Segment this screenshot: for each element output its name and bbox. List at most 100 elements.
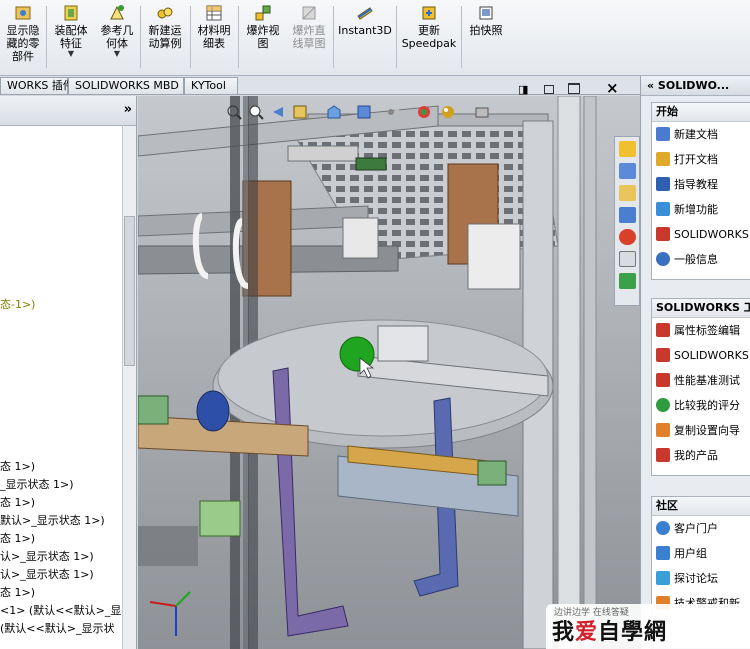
explode-line-sketch-button[interactable]: 爆炸直 线草图 <box>287 4 331 72</box>
info-icon <box>656 252 670 266</box>
tree-item[interactable]: (默认<<默认>_显示状 <box>0 620 122 636</box>
maximize-icon[interactable] <box>568 83 580 94</box>
start-section: 开始 新建文档 打开文档 指导教程 新增功能 SOLIDWORKS 一般信息 <box>651 102 750 280</box>
chevron-right-icon[interactable]: » <box>124 102 132 117</box>
exploded-view-label: 爆炸视 图 <box>246 24 280 50</box>
hide-show-items-icon[interactable] <box>386 104 402 120</box>
design-library-icon[interactable] <box>619 163 636 179</box>
tree-item[interactable]: 态 1>) <box>0 530 122 546</box>
viewport-window-controls: ◨ × <box>518 79 619 97</box>
ribbon-separator <box>190 6 191 68</box>
task-item-open-document[interactable]: 打开文档 <box>652 147 750 172</box>
watermark-logo: 我爱自學網 <box>552 619 668 645</box>
benchmark-icon <box>656 373 670 387</box>
start-section-title: 开始 <box>652 103 750 122</box>
task-item-user-groups[interactable]: 用户组 <box>652 541 750 566</box>
close-icon[interactable]: × <box>606 79 619 97</box>
graduation-cap-icon <box>656 177 670 191</box>
assembly-features-label: 装配体 特征 <box>54 24 88 50</box>
file-explorer-icon[interactable] <box>619 185 636 201</box>
zoom-to-fit-icon[interactable] <box>226 104 242 120</box>
appearances-icon[interactable] <box>619 229 636 245</box>
bill-of-materials-label: 材料明 细表 <box>197 24 231 50</box>
reference-geometry-label: 参考几 何体 <box>100 24 134 50</box>
show-hidden-label: 显示隐 藏的零 部件 <box>6 24 40 63</box>
tab-solidworks-mbd[interactable]: SOLIDWORKS MBD <box>68 77 184 94</box>
reference-geometry-button[interactable]: 参考几 何体 ▼ <box>96 4 138 72</box>
tree-item[interactable]: 认>_显示状态 1>) <box>0 548 122 564</box>
tree-item[interactable]: 态 1>) <box>0 494 122 510</box>
previous-view-icon[interactable] <box>270 104 286 120</box>
tree-item[interactable]: 认>_显示状态 1>) <box>0 566 122 582</box>
view-settings-icon[interactable] <box>474 104 490 120</box>
pin-icon[interactable]: ◨ <box>518 83 528 96</box>
new-document-icon <box>656 127 670 141</box>
tree-item[interactable]: 默认>_显示状态 1>) <box>0 512 122 528</box>
motion-study-icon <box>157 7 173 19</box>
solidworks-rx-icon <box>656 348 670 362</box>
task-item-solidworks[interactable]: SOLIDWORKS <box>652 222 750 247</box>
speedpak-icon <box>422 6 436 20</box>
tree-item[interactable]: 态 1>) <box>0 458 122 474</box>
my-products-icon <box>656 448 670 462</box>
task-item-compare-scores[interactable]: 比较我的评分 <box>652 393 750 418</box>
property-tab-icon <box>656 323 670 337</box>
task-item-tutorials[interactable]: 指导教程 <box>652 172 750 197</box>
task-item-general-info[interactable]: 一般信息 <box>652 247 750 272</box>
solidworks-cube-icon <box>656 227 670 241</box>
graphics-area[interactable] <box>138 96 640 649</box>
update-speedpak-button[interactable]: 更新 Speedpak <box>399 4 459 72</box>
tree-item[interactable]: <1> (默认<<默认>_显 <box>0 602 122 618</box>
task-item-whats-new[interactable]: 新增功能 <box>652 197 750 222</box>
assembly-features-button[interactable]: 装配体 特征 ▼ <box>50 4 92 72</box>
take-snapshot-button[interactable]: 拍快照 <box>464 4 508 72</box>
chevron-down-icon: ▼ <box>67 49 75 58</box>
instant3d-icon <box>357 7 373 20</box>
view-orientation-icon[interactable] <box>326 104 342 120</box>
task-item-property-tab-builder[interactable]: 属性标签编辑 <box>652 318 750 343</box>
task-item-customer-portal[interactable]: 客户门户 <box>652 516 750 541</box>
globe-icon <box>656 521 670 535</box>
task-item-forum[interactable]: 探讨论坛 <box>652 566 750 591</box>
tab-solidworks-addins[interactable]: WORKS 插件 <box>0 77 74 94</box>
update-speedpak-label: 更新 Speedpak <box>401 24 457 50</box>
zoom-area-icon[interactable] <box>248 104 264 120</box>
ribbon-separator <box>461 6 462 68</box>
whats-new-icon <box>656 202 670 216</box>
forum-icon <box>656 571 670 585</box>
take-snapshot-label: 拍快照 <box>469 24 503 37</box>
task-item-new-document[interactable]: 新建文档 <box>652 122 750 147</box>
custom-properties-icon[interactable] <box>619 251 636 267</box>
instant3d-button[interactable]: Instant3D <box>336 4 394 72</box>
task-item-copy-settings[interactable]: 复制设置向导 <box>652 418 750 443</box>
assembly-model-render[interactable] <box>138 96 640 649</box>
apply-scene-icon[interactable] <box>440 104 456 120</box>
task-item-my-products[interactable]: 我的产品 <box>652 443 750 468</box>
explode-line-sketch-label: 爆炸直 线草图 <box>292 24 326 50</box>
view-palette-icon[interactable] <box>619 207 636 223</box>
tree-scrollbar[interactable] <box>122 126 136 649</box>
ribbon-separator <box>238 6 239 68</box>
edit-appearance-icon[interactable] <box>416 104 432 120</box>
tab-kytool[interactable]: KYTool <box>184 77 238 94</box>
task-pane-title[interactable]: « SOLIDWO... <box>641 76 750 96</box>
tree-item[interactable]: _显示状态 1>) <box>0 476 122 492</box>
show-hidden-components-button[interactable]: 显示隐 藏的零 部件 <box>2 4 44 72</box>
section-view-icon[interactable] <box>292 104 308 120</box>
tree-item[interactable]: 态-1>) <box>0 296 122 312</box>
task-item-solidworks-rx[interactable]: SOLIDWORKS <box>652 343 750 368</box>
show-hidden-icon <box>15 6 31 20</box>
solidworks-tools-title: SOLIDWORKS 工 <box>652 299 750 318</box>
task-item-performance-benchmark[interactable]: 性能基准测试 <box>652 368 750 393</box>
forum-icon[interactable] <box>619 273 636 289</box>
tree-item[interactable]: 态 1>) <box>0 584 122 600</box>
exploded-view-button[interactable]: 爆炸视 图 <box>241 4 285 72</box>
restore-icon[interactable] <box>544 85 554 94</box>
new-motion-study-button[interactable]: 新建运 动算例 <box>143 4 187 72</box>
community-section-title: 社区 <box>652 497 750 516</box>
site-watermark: 边讲边学 在线答疑 我爱自學網 <box>546 604 750 649</box>
home-icon[interactable] <box>619 141 636 157</box>
display-style-icon[interactable] <box>356 104 372 120</box>
tree-scrollbar-thumb[interactable] <box>124 216 135 366</box>
bill-of-materials-button[interactable]: 材料明 细表 <box>193 4 235 72</box>
